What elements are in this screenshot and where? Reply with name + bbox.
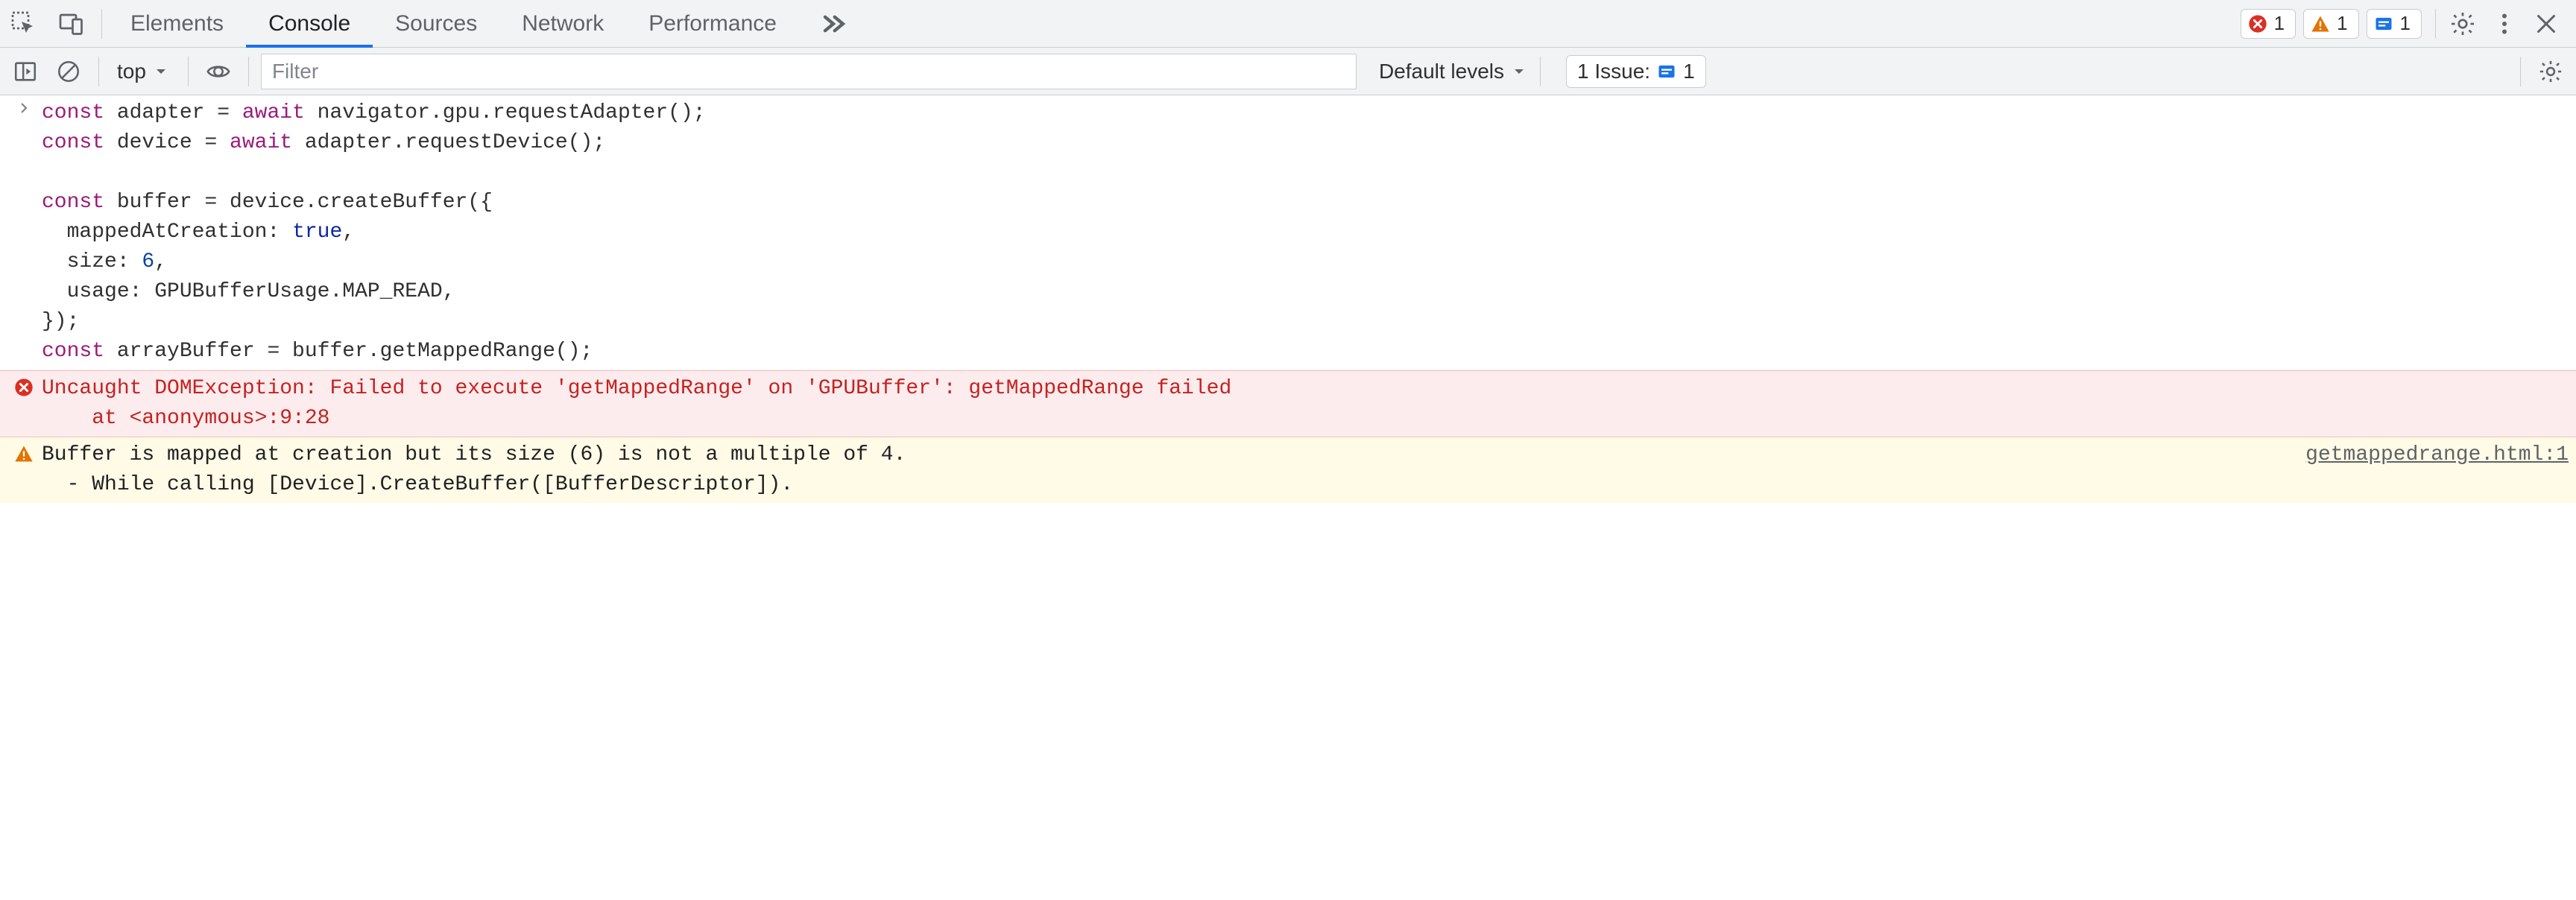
input-chevron-icon [13, 98, 34, 115]
devtools-window: Elements Console Sources Network Perform… [0, 0, 2576, 900]
more-tabs-icon[interactable] [799, 7, 868, 40]
kebab-menu-icon[interactable] [2484, 10, 2525, 37]
separator [101, 9, 102, 39]
close-icon[interactable] [2525, 10, 2567, 37]
tab-sources[interactable]: Sources [373, 0, 499, 47]
separator [2520, 57, 2521, 86]
info-icon [2373, 13, 2394, 34]
console-error-text: Uncaught DOMException: Failed to execute… [34, 374, 2569, 434]
issues-count: 1 [1683, 60, 1695, 83]
live-expression-icon[interactable] [201, 54, 236, 89]
warning-icon [13, 440, 34, 464]
console-warning-row[interactable]: getmappedrange.html:1Buffer is mapped at… [0, 437, 2576, 503]
separator [1540, 57, 1541, 86]
chevron-down-icon [152, 63, 170, 80]
tab-performance[interactable]: Performance [626, 0, 799, 47]
settings-icon[interactable] [2442, 10, 2484, 37]
separator [2435, 9, 2436, 39]
log-levels-label: Default levels [1379, 60, 1504, 83]
error-count-badge[interactable]: 1 [2241, 9, 2296, 39]
tab-elements[interactable]: Elements [108, 0, 246, 47]
issues-badge[interactable]: 1 Issue: 1 [1566, 55, 1706, 88]
console-toolbar: top Default levels 1 Issue: 1 [0, 48, 2576, 95]
console-settings-icon[interactable] [2533, 54, 2569, 89]
console-input-code: const adapter = await navigator.gpu.requ… [34, 98, 2569, 367]
warning-count-badge[interactable]: 1 [2303, 9, 2358, 39]
warning-count: 1 [2337, 12, 2347, 35]
sidebar-toggle-icon[interactable] [7, 54, 43, 89]
main-tabs: Elements Console Sources Network Perform… [108, 0, 799, 47]
separator [248, 57, 249, 86]
console-input-row[interactable]: const adapter = await navigator.gpu.requ… [0, 95, 2576, 370]
filter-input[interactable] [261, 54, 1357, 89]
clear-console-icon[interactable] [51, 54, 86, 89]
tabbar-right: 1 1 1 [2241, 9, 2576, 39]
execution-context-select[interactable]: top [111, 60, 176, 83]
console-body: const adapter = await navigator.gpu.requ… [0, 95, 2576, 900]
source-link[interactable]: getmappedrange.html:1 [2305, 440, 2569, 470]
console-error-row[interactable]: Uncaught DOMException: Failed to execute… [0, 370, 2576, 437]
tab-console[interactable]: Console [246, 0, 373, 47]
chevron-down-icon [1510, 63, 1528, 80]
error-count: 1 [2274, 12, 2285, 35]
info-icon [1656, 61, 1677, 82]
console-warning-text: getmappedrange.html:1Buffer is mapped at… [34, 440, 2569, 500]
error-icon [2247, 13, 2268, 34]
info-count-badge[interactable]: 1 [2367, 9, 2422, 39]
tab-network[interactable]: Network [499, 0, 626, 47]
devtools-tabbar: Elements Console Sources Network Perform… [0, 0, 2576, 48]
issues-label: 1 Issue: [1577, 60, 1650, 83]
log-levels-select[interactable]: Default levels [1379, 60, 1528, 83]
separator [188, 57, 189, 86]
warning-icon [2310, 13, 2331, 34]
execution-context-label: top [117, 60, 146, 83]
separator [98, 57, 99, 86]
error-icon [13, 374, 34, 398]
inspect-element-icon[interactable] [0, 0, 48, 47]
device-toolbar-icon[interactable] [48, 0, 95, 47]
info-count: 1 [2400, 12, 2411, 35]
